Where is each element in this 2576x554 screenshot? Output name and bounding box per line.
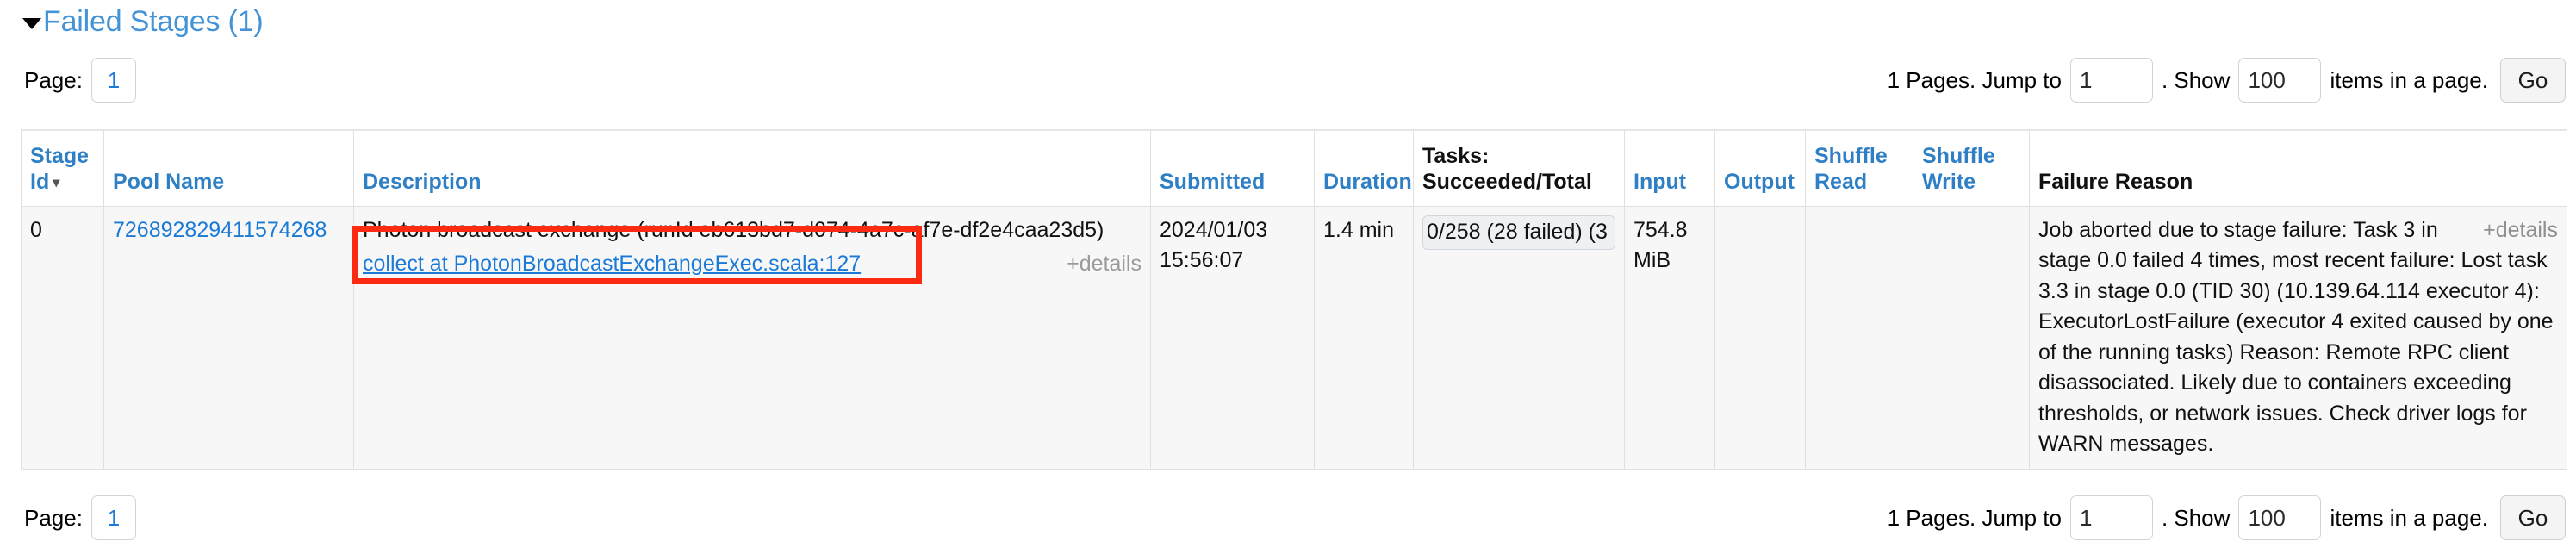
failed-stages-section-header[interactable]: Failed Stages (1) (22, 5, 264, 39)
page-title[interactable]: Failed Stages (1) (43, 5, 264, 39)
column-header-tasks-line2: Succeeded/Total (1422, 170, 1592, 194)
column-header-shuffle-read-line1: Shuffle (1814, 144, 1888, 168)
column-header-tasks: Tasks: Succeeded/Total (1414, 130, 1625, 206)
pool-name-link[interactable]: 726892829411574268 (113, 218, 327, 242)
description-title: Photon broadcast exchange (runId eb613bd… (363, 215, 1142, 246)
page-label-bottom: Page: (24, 505, 83, 532)
pages-jump-label-top: 1 Pages. Jump to (1888, 67, 2062, 94)
items-in-page-label-top: items in a page. (2330, 67, 2488, 94)
column-header-description-label: Description (363, 170, 482, 194)
column-header-output-label: Output (1724, 170, 1795, 194)
pagination-controls-top: 1 Pages. Jump to . Show items in a page.… (1888, 53, 2566, 107)
cell-output (1715, 206, 1806, 469)
go-button-top[interactable]: Go (2500, 58, 2566, 103)
column-header-failure-reason: Failure Reason (2030, 130, 2567, 206)
tasks-progress-bar: 0/258 (28 failed) (3 (1422, 215, 1615, 250)
cell-tasks: 0/258 (28 failed) (3 (1414, 206, 1625, 469)
page-indicator-top: Page: 1 (24, 53, 136, 107)
column-header-shuffle-read[interactable]: Shuffle Read (1806, 130, 1913, 206)
column-header-description[interactable]: Description (354, 130, 1151, 206)
go-button-bottom[interactable]: Go (2500, 495, 2566, 540)
table-header: Stage Id▾ Pool Name Description Submitte… (22, 130, 2567, 206)
description-stage-link[interactable]: collect at PhotonBroadcastExchangeExec.s… (363, 249, 861, 280)
show-label-bottom: . Show (2162, 505, 2231, 532)
pagination-top: Page: 1 1 Pages. Jump to . Show items in… (0, 53, 2576, 107)
cell-shuffle-write (1913, 206, 2030, 469)
tasks-progress-label: 0/258 (28 failed) (3 (1423, 217, 1608, 248)
column-header-input-label: Input (1633, 170, 1686, 194)
cell-pool-name: 726892829411574268 (104, 206, 354, 469)
cell-input: 754.8 MiB (1625, 206, 1715, 469)
column-header-output[interactable]: Output (1715, 130, 1806, 206)
items-in-page-label-bottom: items in a page. (2330, 505, 2488, 532)
cell-duration: 1.4 min (1315, 206, 1414, 469)
column-header-shuffle-write-line1: Shuffle (1922, 144, 1995, 168)
column-header-pool-name-label: Pool Name (113, 170, 224, 194)
description-link-row: collect at PhotonBroadcastExchangeExec.s… (363, 249, 1142, 280)
cell-failure-reason: +details Job aborted due to stage failur… (2030, 206, 2567, 469)
items-per-page-input-top[interactable] (2238, 58, 2321, 103)
jump-to-input-top[interactable] (2070, 58, 2153, 103)
column-header-input[interactable]: Input (1625, 130, 1715, 206)
show-label-top: . Show (2162, 67, 2231, 94)
table-body: 0 726892829411574268 Photon broadcast ex… (22, 206, 2567, 469)
jump-to-input-bottom[interactable] (2070, 495, 2153, 540)
pages-jump-label-bottom: 1 Pages. Jump to (1888, 505, 2062, 532)
items-per-page-input-bottom[interactable] (2238, 495, 2321, 540)
cell-description: Photon broadcast exchange (runId eb613bd… (354, 206, 1151, 469)
column-header-duration-label: Duration (1323, 170, 1412, 194)
failure-reason-text: Job aborted due to stage failure: Task 3… (2038, 218, 2554, 457)
pagination-controls-bottom: 1 Pages. Jump to . Show items in a page.… (1888, 491, 2566, 545)
cell-shuffle-read (1806, 206, 1913, 469)
cell-stage-id: 0 (22, 206, 104, 469)
failed-stages-table: Stage Id▾ Pool Name Description Submitte… (21, 129, 2567, 470)
column-header-pool-name[interactable]: Pool Name (104, 130, 354, 206)
cell-submitted: 2024/01/03 15:56:07 (1151, 206, 1315, 469)
description-details-toggle[interactable]: +details (1067, 249, 1142, 280)
column-header-tasks-line1: Tasks: (1422, 144, 1489, 168)
pagination-bottom: Page: 1 1 Pages. Jump to . Show items in… (0, 491, 2576, 545)
triangle-down-icon[interactable] (22, 18, 41, 29)
page-indicator-bottom: Page: 1 (24, 491, 136, 545)
column-header-submitted[interactable]: Submitted (1151, 130, 1315, 206)
column-header-failure-reason-label: Failure Reason (2038, 170, 2193, 194)
page-label: Page: (24, 67, 83, 94)
current-page-button-top[interactable]: 1 (91, 58, 136, 103)
column-header-shuffle-write-line2: Write (1922, 170, 1976, 194)
table-row: 0 726892829411574268 Photon broadcast ex… (22, 206, 2567, 469)
sort-descending-icon: ▾ (53, 175, 59, 192)
failed-stages-table-container: Stage Id▾ Pool Name Description Submitte… (21, 129, 2562, 470)
table-header-row: Stage Id▾ Pool Name Description Submitte… (22, 130, 2567, 206)
column-header-duration[interactable]: Duration (1315, 130, 1414, 206)
failure-reason-details-toggle[interactable]: +details (2483, 215, 2558, 246)
column-header-shuffle-read-line2: Read (1814, 170, 1867, 194)
column-header-shuffle-write[interactable]: Shuffle Write (1913, 130, 2030, 206)
column-header-stage-id[interactable]: Stage Id▾ (22, 130, 104, 206)
current-page-button-bottom[interactable]: 1 (91, 495, 136, 540)
column-header-submitted-label: Submitted (1160, 170, 1265, 194)
